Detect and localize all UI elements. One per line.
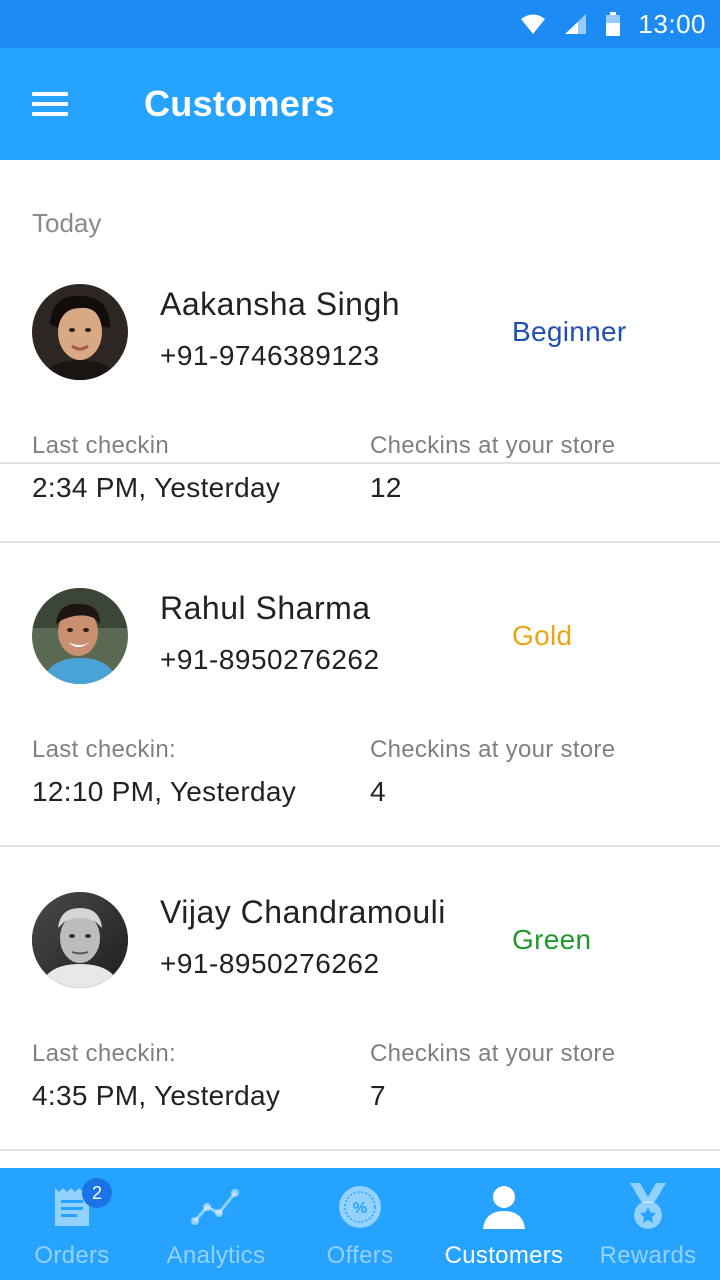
bottom-navigation: 2 Orders Analytics % Offers Customers Re… [0,1168,720,1280]
app-bar: Customers [0,48,720,160]
nav-customers[interactable]: Customers [432,1168,576,1280]
tier-badge: Green [512,924,592,955]
divider [0,1149,720,1151]
customer-list-cards: Rahul Sharma +91-8950276262 Gold Last ch… [0,160,720,1168]
wifi-icon [520,13,546,35]
customer-name: Rahul Sharma [160,590,371,626]
cellular-signal-icon [564,13,588,35]
last-checkin-value: 4:35 PM, Yesterday [32,1080,281,1111]
page-title: Customers [144,83,335,124]
analytics-icon [191,1182,241,1232]
menu-button[interactable] [0,48,100,160]
nav-orders[interactable]: 2 Orders [0,1168,144,1280]
orders-count-badge: 2 [82,1178,112,1208]
nav-label: Customers [444,1242,564,1269]
customer-name: Vijay Chandramouli [160,894,446,930]
nav-label: Offers [326,1242,394,1269]
nav-rewards[interactable]: Rewards [576,1168,720,1280]
nav-label: Rewards [599,1242,697,1269]
customer-phone: +91-8950276262 [160,644,380,675]
customer-card[interactable]: Vijay Chandramouli +91-8950276262 Green … [0,768,720,1111]
nav-offers[interactable]: % Offers [288,1168,432,1280]
nav-analytics[interactable]: Analytics [144,1168,288,1280]
tier-badge: Gold [512,620,573,651]
nav-label: Analytics [166,1242,266,1269]
status-bar: 13:00 [0,0,720,48]
offer-percent-icon: % [337,1182,383,1232]
customer-card[interactable]: Rahul Sharma +91-8950276262 Gold Last ch… [0,464,720,807]
checkins-value: 7 [370,1080,386,1111]
status-time: 13:00 [638,8,706,39]
customer-phone: +91-8950276262 [160,948,380,979]
svg-text:%: % [353,1200,367,1217]
last-checkin-label: Last checkin: [32,736,176,763]
medal-icon [626,1182,670,1232]
avatar [32,892,128,988]
checkins-label: Checkins at your store [370,736,616,763]
checkins-label: Checkins at your store [370,1040,616,1067]
battery-icon [606,12,621,36]
hamburger-menu-icon [32,92,68,116]
nav-label: Orders [34,1242,110,1269]
avatar [32,588,128,684]
person-icon [481,1182,527,1232]
last-checkin-label: Last checkin: [32,1040,176,1067]
